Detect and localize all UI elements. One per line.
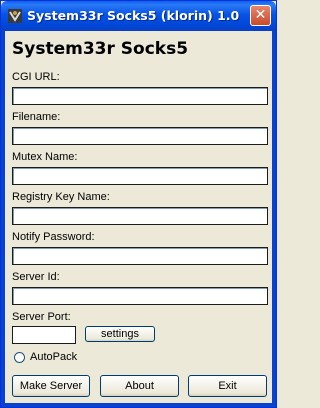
window-frame-right [272, 31, 276, 405]
server-id-input[interactable] [12, 287, 268, 305]
settings-button[interactable]: settings [85, 326, 155, 342]
app-heading: System33r Socks5 [12, 39, 189, 59]
server-port-input[interactable] [12, 326, 76, 344]
registry-key-name-label: Registry Key Name: [12, 191, 110, 203]
exit-button[interactable]: Exit [188, 375, 267, 397]
cgi-url-input[interactable] [12, 87, 268, 105]
title-bar[interactable]: System33r Socks5 (klorin) 1.0 ✕ [1, 1, 276, 31]
server-port-label: Server Port: [12, 311, 71, 323]
window-frame-bottom [1, 403, 276, 407]
mutex-name-input[interactable] [12, 167, 268, 185]
autopack-label: AutoPack [30, 351, 78, 363]
main-window: System33r Socks5 (klorin) 1.0 ✕ System33… [0, 0, 277, 408]
mutex-name-label: Mutex Name: [12, 151, 78, 163]
registry-key-name-input[interactable] [12, 207, 268, 225]
autopack-radio[interactable] [14, 352, 25, 363]
filename-input[interactable] [12, 127, 268, 145]
close-button[interactable]: ✕ [250, 5, 271, 26]
make-server-button[interactable]: Make Server [12, 375, 90, 397]
notify-password-label: Notify Password: [12, 231, 95, 243]
cgi-url-label: CGI URL: [12, 71, 60, 83]
filename-label: Filename: [12, 111, 61, 123]
window-frame-left [1, 31, 5, 405]
server-id-label: Server Id: [12, 271, 60, 283]
notify-password-input[interactable] [12, 247, 268, 265]
app-logo-icon [8, 9, 22, 23]
about-button[interactable]: About [100, 375, 179, 397]
window-title: System33r Socks5 (klorin) 1.0 [27, 8, 240, 23]
